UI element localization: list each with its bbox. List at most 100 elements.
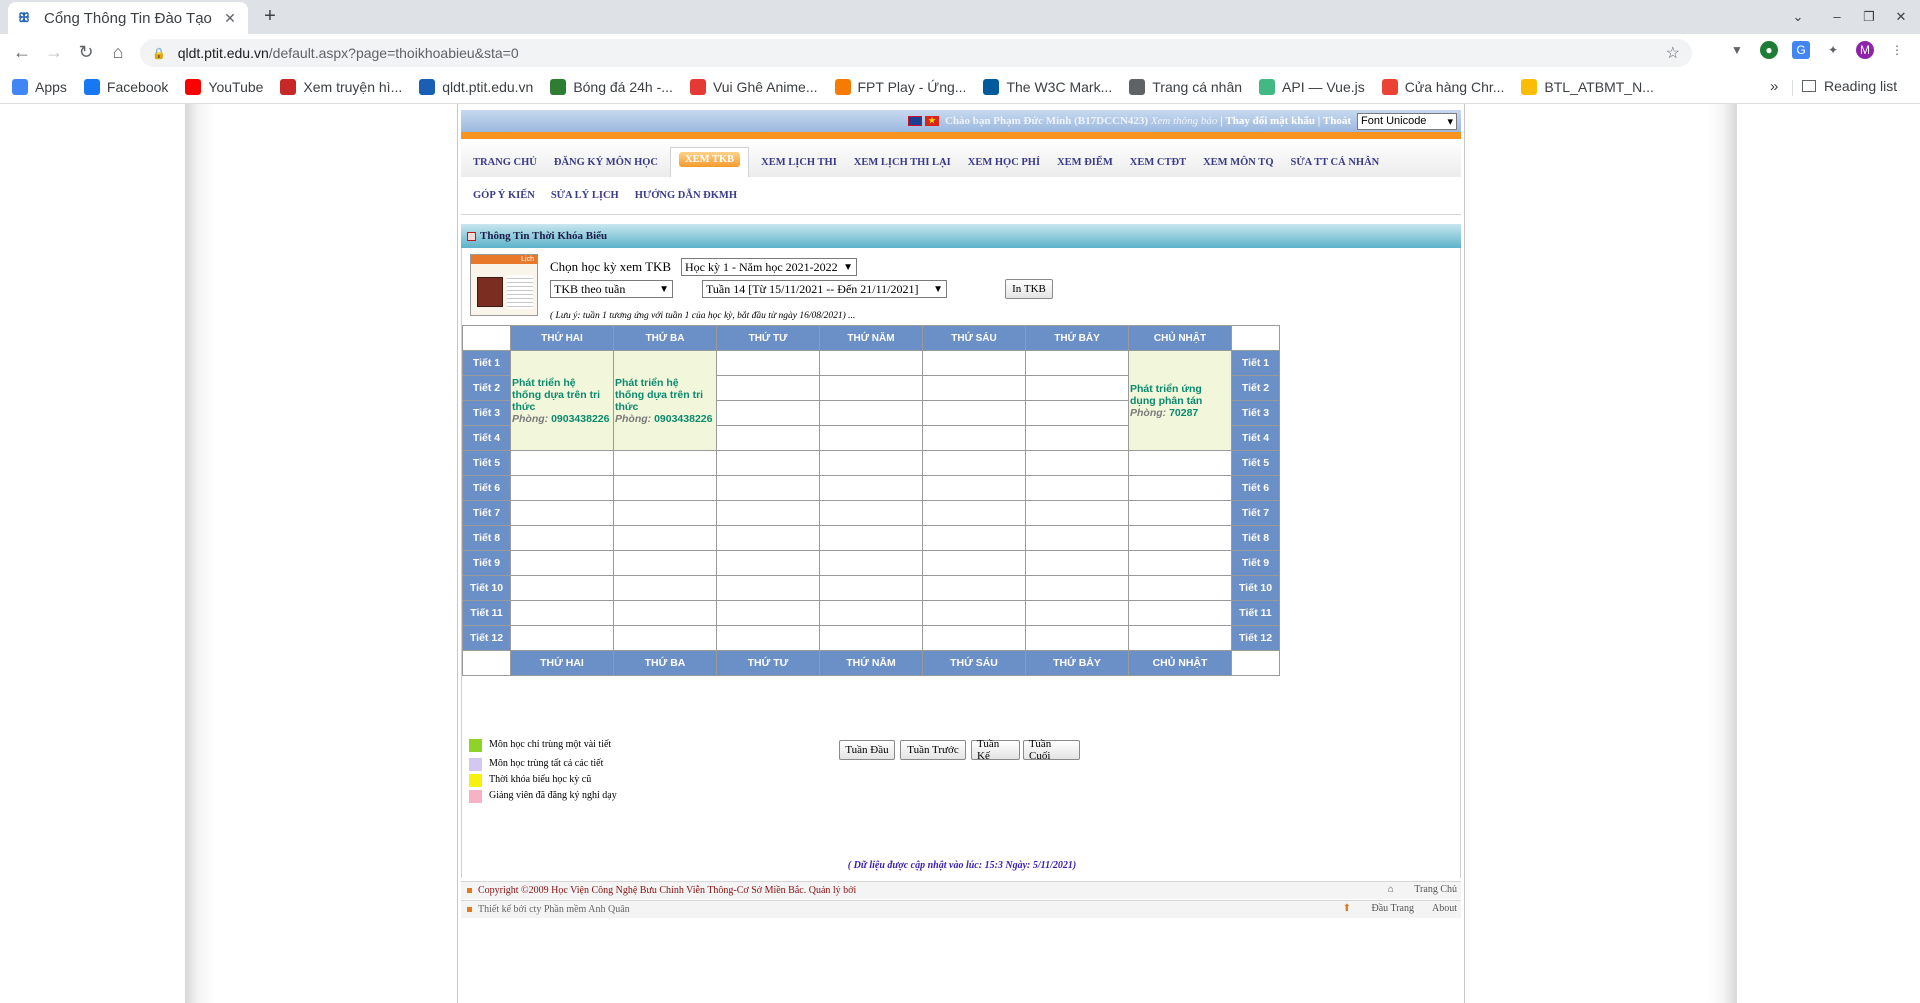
- font-select[interactable]: Font Unicode ▾: [1357, 112, 1457, 130]
- about-link[interactable]: About: [1432, 903, 1457, 914]
- empty-slot: [613, 550, 717, 576]
- week-nav-button[interactable]: Tuần Kế: [971, 738, 1020, 762]
- bookmark-label: Facebook: [106, 78, 169, 95]
- footer-home-link[interactable]: ⌂ Trang Chủ: [1388, 884, 1457, 895]
- week-nav-button[interactable]: Tuần Cuối: [1023, 738, 1080, 762]
- bookmarks-more-icon[interactable]: »: [1770, 78, 1778, 95]
- reading-list-button[interactable]: Reading list: [1802, 78, 1897, 94]
- menu-item[interactable]: XEM ĐIỂM: [1057, 157, 1113, 177]
- submenu-item[interactable]: SỬA LÝ LỊCH: [551, 190, 619, 201]
- browser-tab[interactable]: ꕥ Cổng Thông Tin Đào Tạo ✕: [8, 2, 248, 34]
- legend-swatch: [469, 758, 482, 771]
- bookmark-item[interactable]: FPT Play - Ứng...: [834, 78, 966, 95]
- window-close-icon[interactable]: ✕: [1890, 6, 1912, 28]
- forward-icon[interactable]: →: [42, 40, 66, 64]
- home-icon[interactable]: ⌂: [106, 40, 130, 64]
- tab-close-icon[interactable]: ✕: [222, 10, 238, 27]
- bookmark-item[interactable]: Trang cá nhân: [1129, 78, 1242, 95]
- semester-label: Chọn học kỳ xem TKB: [550, 259, 672, 274]
- bookmark-item[interactable]: Bóng đá 24h -...: [550, 78, 673, 95]
- english-flag-icon[interactable]: [907, 116, 922, 126]
- menu-item[interactable]: XEM TKB: [670, 147, 750, 177]
- course-cell[interactable]: Phát triển hệ thống dựa trên tri thức Phò…: [613, 350, 717, 451]
- logout-link[interactable]: Thoát: [1323, 115, 1351, 127]
- minimize-icon[interactable]: –: [1826, 6, 1848, 28]
- page-shadow-left: [185, 104, 457, 1003]
- url-text[interactable]: qldt.ptit.edu.vn/default.aspx?page=thoik…: [178, 45, 1666, 61]
- fpt-play-icon: [834, 78, 851, 95]
- bookmark-item[interactable]: The W3C Mark...: [983, 78, 1112, 95]
- week-select[interactable]: Tuần 14 [Từ 15/11/2021 -- Đến 21/11/2021…: [702, 280, 947, 298]
- back-to-top-link[interactable]: ⬆ Đầu Trang: [1325, 903, 1414, 914]
- translate-icon[interactable]: G: [1792, 41, 1810, 59]
- calendar-grid: [507, 275, 533, 309]
- menu-item[interactable]: ĐĂNG KÝ MÔN HỌC: [554, 157, 658, 177]
- football-site-icon: [550, 78, 567, 95]
- bookmark-item[interactable]: YouTube: [185, 78, 263, 95]
- ptit-icon: [419, 78, 436, 95]
- period-row: Tiết 7 Tiết 7: [462, 500, 1280, 526]
- tab-search-icon[interactable]: ⌄: [1787, 6, 1809, 28]
- menu-item[interactable]: XEM CTĐT: [1130, 157, 1186, 177]
- browser-tab-bar: ꕥ Cổng Thông Tin Đào Tạo ✕ + ⌄ – ❐ ✕: [0, 0, 1920, 34]
- back-icon[interactable]: ←: [10, 40, 34, 64]
- week-nav-button[interactable]: Tuần Trước: [900, 740, 966, 760]
- address-bar[interactable]: 🔒 qldt.ptit.edu.vn/default.aspx?page=tho…: [140, 39, 1692, 67]
- empty-slot: [1128, 550, 1232, 576]
- view-mode-select[interactable]: TKB theo tuần ▼: [550, 280, 673, 298]
- menu-item[interactable]: XEM LỊCH THI LẠI: [854, 157, 951, 177]
- course-cell[interactable]: Phát triển hệ thống dựa trên tri thức Phò…: [510, 350, 614, 451]
- print-timetable-button[interactable]: In TKB: [1005, 279, 1053, 299]
- extension-v-icon[interactable]: ▼: [1728, 41, 1746, 59]
- menu-item[interactable]: TRANG CHỦ: [473, 157, 537, 177]
- page-shadow-right: [1465, 104, 1737, 1003]
- menu-item[interactable]: XEM HỌC PHÍ: [968, 157, 1040, 177]
- submenu-item[interactable]: GÓP Ý KIẾN: [473, 190, 535, 201]
- orange-divider: [461, 132, 1461, 139]
- vietnam-flag-icon[interactable]: ★: [924, 116, 939, 126]
- bookmark-label: Xem truyện hì...: [303, 78, 403, 95]
- legend-label: Thời khóa biểu học kỳ cũ: [489, 774, 592, 785]
- extensions-puzzle-icon[interactable]: ✦: [1824, 41, 1842, 59]
- empty-slot: [922, 350, 1026, 376]
- view-notice-link[interactable]: Xem thông báo: [1151, 115, 1218, 127]
- period-row: Tiết 9 Tiết 9: [462, 550, 1280, 576]
- bookmark-item[interactable]: Vui Ghê Anime...: [689, 78, 818, 95]
- bookmark-item[interactable]: BTL_ATBMT_N...: [1521, 78, 1654, 95]
- empty-slot: [922, 375, 1026, 401]
- profile-avatar[interactable]: M: [1856, 41, 1874, 59]
- period-label: Tiết 11: [462, 600, 511, 626]
- room-value: 0903438226: [654, 412, 713, 425]
- lock-icon[interactable]: 🔒: [152, 47, 166, 60]
- menu-item[interactable]: XEM MÔN TQ: [1203, 157, 1273, 177]
- bookmark-item[interactable]: Cửa hàng Chr...: [1381, 78, 1504, 95]
- new-tab-icon[interactable]: +: [258, 4, 282, 28]
- submenu-item[interactable]: HƯỚNG DẪN ĐKMH: [635, 190, 737, 201]
- empty-slot: [922, 500, 1026, 526]
- change-password-link[interactable]: Thay đổi mật khẩu: [1225, 115, 1315, 127]
- bookmark-item[interactable]: Facebook: [83, 78, 169, 95]
- week-nav-button[interactable]: Tuần Đầu: [839, 740, 895, 760]
- period-label: Tiết 12: [1231, 625, 1280, 651]
- empty-slot: [1025, 450, 1129, 476]
- empty-slot: [819, 550, 923, 576]
- menu-item[interactable]: SỬA TT CÁ NHÂN: [1290, 157, 1379, 177]
- period-label: Tiết 8: [462, 525, 511, 551]
- period-row: Tiết 6 Tiết 6: [462, 475, 1280, 501]
- room-value: 0903438226: [551, 412, 610, 425]
- bookmark-item[interactable]: Apps: [12, 78, 67, 95]
- chrome-store-icon: [1381, 78, 1398, 95]
- restore-icon[interactable]: ❐: [1858, 6, 1880, 28]
- menu-item[interactable]: XEM LỊCH THI: [761, 157, 837, 177]
- bookmark-item[interactable]: API — Vue.js: [1259, 78, 1365, 95]
- bookmark-item[interactable]: Xem truyện hì...: [280, 78, 403, 95]
- empty-slot: [613, 625, 717, 651]
- empty-slot: [716, 500, 820, 526]
- browser-menu-icon[interactable]: ⋮: [1888, 41, 1906, 59]
- reload-icon[interactable]: ↻: [74, 40, 98, 64]
- semester-select[interactable]: Học kỳ 1 - Năm học 2021-2022 ▼: [681, 258, 857, 276]
- course-cell[interactable]: Phát triển ứng dụng phân tán Phòng: 70287: [1128, 350, 1232, 451]
- bookmark-star-icon[interactable]: ☆: [1666, 43, 1680, 63]
- bookmark-item[interactable]: qldt.ptit.edu.vn: [419, 78, 533, 95]
- extension-green-icon[interactable]: ●: [1760, 41, 1778, 59]
